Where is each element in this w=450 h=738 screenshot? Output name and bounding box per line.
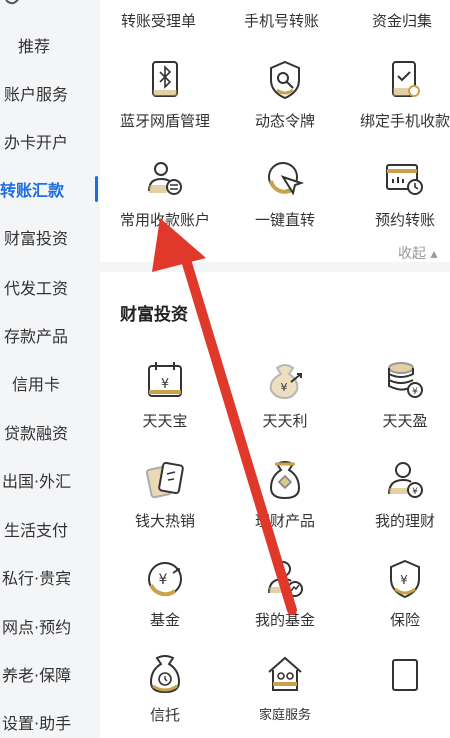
sidebar-item-payroll[interactable]: 代发工资 — [0, 272, 100, 302]
wealth-products-item[interactable]: 理财产品 — [227, 458, 343, 538]
svg-text:¥: ¥ — [412, 387, 418, 397]
fund-item[interactable]: ¥ 基金 — [107, 557, 223, 637]
tiantianli-item[interactable]: ¥ 天天利 — [227, 358, 343, 438]
grid-item-label: 信托 — [149, 706, 180, 724]
grid-item-label: 预约转账 — [374, 211, 435, 229]
bluetooth-shield-icon — [152, 61, 178, 97]
hot-sale-cards-icon — [145, 461, 184, 499]
phone-transfer-item[interactable]: 手机号转账 — [244, 10, 319, 31]
sidebar-item-loans[interactable]: 贷款融资 — [0, 417, 100, 447]
svg-text:¥: ¥ — [281, 381, 288, 394]
calendar-yuan-icon: ¥ — [148, 362, 182, 397]
grid-item-label: 蓝牙网盾管理 — [119, 112, 210, 130]
tiantianying-item[interactable]: ¥ 天天盈 — [347, 358, 450, 438]
section-divider — [100, 262, 450, 272]
my-wealth-item[interactable]: ¥ 我的理财 — [347, 458, 450, 538]
grid-item-label: 一键直转 — [254, 211, 315, 229]
sidebar-item-credit-card[interactable]: 信用卡 — [0, 368, 100, 398]
my-fund-item[interactable]: 我的基金 — [227, 557, 343, 637]
sidebar-item-recommend[interactable]: 推荐 — [0, 30, 100, 60]
my-fund-icon — [268, 561, 303, 597]
sidebar-item-card-opening[interactable]: 办卡开户 — [0, 126, 100, 156]
family-service-icon — [268, 656, 302, 691]
grid-item-label: 钱大热销 — [134, 512, 195, 530]
grid-item-label: 理财产品 — [254, 512, 315, 530]
hot-sale-item[interactable]: 钱大热销 — [107, 458, 223, 538]
grid-item-label: 常用收款账户 — [119, 211, 210, 229]
sidebar-item-life-payment[interactable]: 生活支付 — [0, 514, 100, 544]
grid-item-label: 基金 — [149, 611, 180, 629]
one-click-transfer-item[interactable]: 一键直转 — [227, 157, 343, 237]
svg-text:¥: ¥ — [412, 487, 418, 497]
sidebar-item-private-banking[interactable]: 私行·贵宾 — [0, 562, 100, 592]
wealth-bag-icon — [269, 461, 301, 500]
grid-item-label: 天天宝 — [142, 412, 188, 430]
tiantianbao-item[interactable]: ¥ 天天宝 — [107, 358, 223, 438]
wealth-section-title: 财富投资 — [120, 305, 188, 325]
trust-bag-icon — [149, 655, 181, 694]
grid-item-label: 我的理财 — [374, 512, 435, 530]
svg-text:¥: ¥ — [159, 572, 168, 588]
bind-phone-icon — [392, 61, 420, 97]
payee-account-item[interactable]: 常用收款账户 — [107, 157, 223, 237]
partial-document-icon — [392, 659, 418, 691]
bind-phone-item[interactable]: 绑定手机收款 — [347, 58, 450, 138]
grid-item-label: 天天利 — [262, 412, 308, 430]
partial-item[interactable] — [347, 652, 450, 732]
transfer-receipt-item[interactable]: 转账受理单 — [121, 10, 196, 31]
trust-item[interactable]: 信托 — [107, 652, 223, 732]
grid-item-label: 我的基金 — [254, 611, 315, 629]
sidebar-item-forex[interactable]: 出国·外汇 — [0, 465, 100, 495]
sidebar-item-transfer[interactable]: 转账汇款 — [0, 174, 100, 204]
dynamic-token-icon — [270, 60, 300, 100]
grid-item-label: 保险 — [389, 611, 420, 629]
grid-item-label: 绑定手机收款 — [359, 112, 450, 130]
payee-account-icon — [148, 162, 182, 195]
grid-item-label: 天天盈 — [382, 412, 428, 430]
one-click-transfer-icon — [268, 162, 305, 196]
sidebar-item-account-service[interactable]: 账户服务 — [0, 78, 100, 108]
caret-up-icon: ▴ — [426, 246, 438, 262]
svg-text:¥: ¥ — [400, 573, 408, 587]
bluetooth-shield-item[interactable]: 蓝牙网盾管理 — [107, 58, 223, 138]
fund-collection-item[interactable]: 资金归集 — [372, 10, 432, 31]
sidebar-item-pension[interactable]: 养老·保障 — [0, 659, 100, 689]
money-bag-growth-icon: ¥ — [269, 364, 302, 400]
scheduled-transfer-item[interactable]: 预约转账 — [347, 157, 450, 237]
my-wealth-icon: ¥ — [388, 462, 423, 498]
dynamic-token-item[interactable]: 动态令牌 — [227, 58, 343, 138]
coin-stack-icon: ¥ — [388, 362, 423, 398]
sidebar-item-branch[interactable]: 网点·预约 — [0, 611, 100, 641]
fund-icon: ¥ — [148, 562, 182, 597]
collapse-label: 收起 — [398, 246, 426, 262]
svg-text:¥: ¥ — [161, 377, 169, 392]
sidebar: 推荐 账户服务 办卡开户 转账汇款 财富投资 代发工资 存款产品 信用卡 贷款融… — [0, 0, 100, 738]
active-indicator — [95, 176, 98, 202]
sidebar-item-wealth[interactable]: 财富投资 — [0, 222, 100, 252]
insurance-shield-icon: ¥ — [390, 559, 420, 599]
grid-item-label: 动态令牌 — [254, 112, 315, 130]
scheduled-transfer-icon — [386, 164, 423, 195]
grid-item-label: 家庭服务 — [258, 708, 311, 723]
collapse-button[interactable]: 收起 ▴ — [398, 243, 437, 263]
insurance-item[interactable]: ¥ 保险 — [347, 557, 450, 637]
partial-glyph-icon — [5, 0, 19, 5]
family-service-item[interactable]: 家庭服务 — [227, 652, 343, 732]
sidebar-item-deposit[interactable]: 存款产品 — [0, 320, 100, 350]
sidebar-item-settings[interactable]: 设置·助手 — [0, 707, 100, 737]
